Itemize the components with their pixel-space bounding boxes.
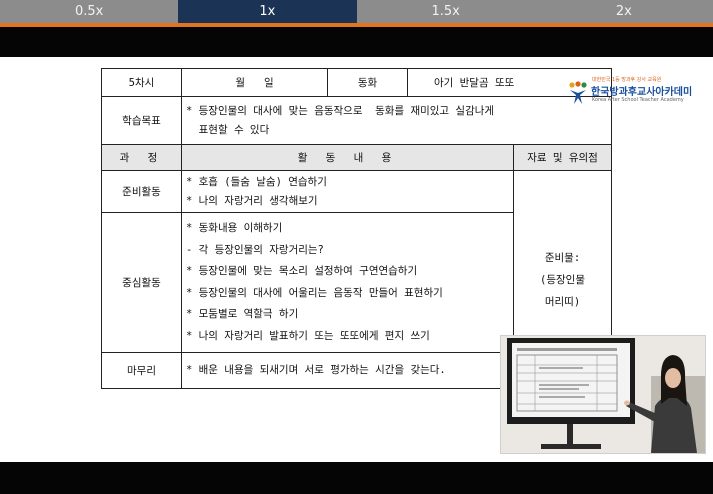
main-line: * 동화내용 이해하기 xyxy=(186,222,283,234)
logo-tagline: 대한민국 1등 방과후 강사 교육원 xyxy=(592,77,662,83)
speed-1.5x-button[interactable]: 1.5x xyxy=(357,0,535,23)
process-header: 과 정 xyxy=(101,144,182,171)
materials-line: (등장인물 xyxy=(540,273,585,286)
materials-line: 준비물: xyxy=(544,251,581,264)
prep-line: * 호흡 (들숨 날숨) 연습하기 xyxy=(186,175,327,188)
session-cell: 5차시 xyxy=(101,68,182,97)
main-line: * 모둠별로 역할극 하기 xyxy=(186,308,299,320)
playback-speed-bar: 0.5x 1x 1.5x 2x xyxy=(0,0,713,23)
month-day-cell: 월 일 xyxy=(181,68,328,97)
genre-cell: 동화 xyxy=(327,68,408,97)
closing-content: * 배운 내용을 되새기며 서로 평가하는 시간을 갖는다. xyxy=(181,352,514,389)
main-line: * 등장인물의 대사에 어울리는 음동작 만들어 표현하기 xyxy=(186,286,443,299)
speed-1x-button[interactable]: 1x xyxy=(178,0,357,23)
column-header-row: 과 정 활 동 내 용 자료 및 유의점 xyxy=(101,144,613,171)
closing-label: 마무리 xyxy=(101,352,182,389)
main-line: - 각 등장인물의 자랑거리는? xyxy=(186,243,324,256)
instructor-video-image xyxy=(501,336,705,453)
prep-content: * 호흡 (들숨 날숨) 연습하기 * 나의 자랑거리 생각해보기 xyxy=(181,170,514,213)
story-title: 아기 반달곰 또또 xyxy=(434,77,515,89)
materials-line: 머리띠) xyxy=(544,295,581,308)
objective-line: 표현할 수 있다 xyxy=(186,123,270,136)
video-bottom-letterbox xyxy=(0,462,713,494)
video-top-letterbox xyxy=(0,27,713,57)
prep-line: * 나의 자랑거리 생각해보기 xyxy=(186,194,318,207)
logo-subtitle: Korea After School Teacher Academy xyxy=(592,97,684,103)
main-line: * 나의 자랑거리 발표하기 또는 또또에게 편지 쓰기 xyxy=(186,329,430,342)
objective-content: * 등장인물의 대사에 맞는 음동작으로 동화를 재미있고 실감나게 표현할 수… xyxy=(180,96,613,145)
prep-label: 준비활동 xyxy=(101,170,182,213)
main-label: 중심활동 xyxy=(101,212,182,353)
materials-header: 자료 및 유의점 xyxy=(512,144,613,171)
person-logo-icon xyxy=(569,81,587,104)
academy-logo: 대한민국 1등 방과후 강사 교육원 한국방과후교사아카데미 Korea Aft… xyxy=(567,75,693,109)
logo-name: 한국방과후교사아카데미 xyxy=(591,87,693,98)
objective-label: 학습목표 xyxy=(101,96,182,145)
closing-line: * 배운 내용을 되새기며 서로 평가하는 시간을 갖는다. xyxy=(186,364,446,376)
objective-line: * 등장인물의 대사에 맞는 음동작으로 동화를 재미있고 실감나게 xyxy=(186,104,495,117)
speed-0.5x-button[interactable]: 0.5x xyxy=(0,0,178,23)
instructor-video-inset xyxy=(500,335,706,454)
objective-row: 학습목표 * 등장인물의 대사에 맞는 음동작으로 동화를 재미있고 실감나게 … xyxy=(101,96,613,145)
main-line: * 등장인물에 맞는 목소리 설정하여 구연연습하기 xyxy=(186,265,418,277)
main-content: * 동화내용 이해하기 - 각 등장인물의 자랑거리는? * 등장인물에 맞는 … xyxy=(181,212,514,353)
lesson-info-row: 5차시 월 일 동화 아기 반달곰 또또 xyxy=(101,68,613,97)
lecture-slide: 5차시 월 일 동화 아기 반달곰 또또 학습목표 * 등장인물의 대사에 맞는… xyxy=(0,57,713,462)
speed-2x-button[interactable]: 2x xyxy=(535,0,713,23)
activity-header: 활 동 내 용 xyxy=(181,144,514,171)
prep-row: 준비활동 * 호흡 (들숨 날숨) 연습하기 * 나의 자랑거리 생각해보기 준… xyxy=(101,170,613,389)
